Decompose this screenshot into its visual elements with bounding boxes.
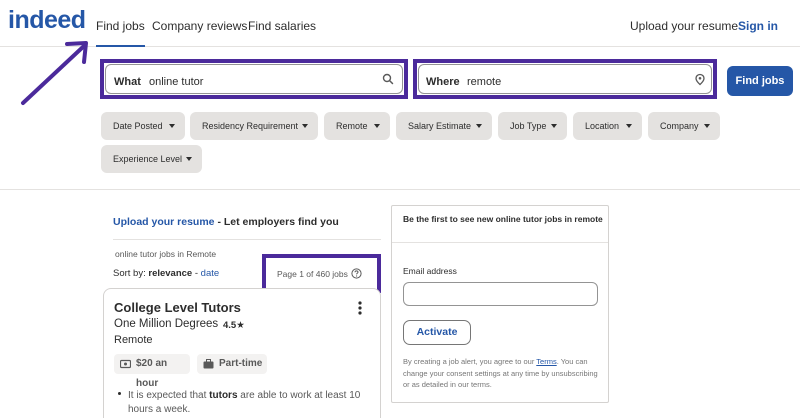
filter-remote[interactable]: Remote	[324, 112, 390, 140]
job-snippet: It is expected that tutors are able to w…	[128, 389, 378, 417]
caret-down-icon	[302, 124, 308, 128]
filter-label: Residency Requirement	[202, 121, 299, 131]
section-divider	[0, 189, 800, 190]
caret-down-icon	[374, 124, 380, 128]
snippet-bullet	[118, 392, 121, 395]
snippet-text-pre: It is expected that	[128, 390, 210, 401]
caret-down-icon	[169, 124, 175, 128]
search-icon	[382, 73, 394, 85]
upload-resume-banner-link[interactable]: Upload your resume	[113, 216, 215, 228]
nav-company-reviews[interactable]: Company reviews	[152, 19, 247, 33]
company-name[interactable]: One Million Degrees	[114, 318, 218, 330]
what-input-value[interactable]: online tutor	[149, 76, 203, 88]
filter-job-type[interactable]: Job Type	[498, 112, 567, 140]
sort-date-link[interactable]: date	[201, 268, 220, 279]
job-alert-heading: Be the first to see new online tutor job…	[392, 206, 608, 243]
terms-link[interactable]: Terms	[536, 357, 556, 366]
location-pin-icon	[695, 73, 705, 86]
upload-resume-banner: Upload your resume - Let employers find …	[113, 216, 339, 228]
sort-control: Sort by: relevance - date	[113, 268, 219, 279]
filter-label: Company	[660, 121, 699, 131]
filter-label: Salary Estimate	[408, 121, 472, 131]
filter-label: Job Type	[510, 121, 547, 131]
filter-company[interactable]: Company	[648, 112, 720, 140]
filter-label: Remote	[336, 121, 368, 131]
filter-label: Date Posted	[113, 121, 163, 131]
more-options-icon[interactable]	[358, 301, 362, 315]
where-search-field[interactable]: Where remote	[418, 64, 712, 94]
email-field[interactable]	[403, 282, 598, 306]
filter-label: Experience Level	[113, 154, 183, 164]
page-count-text: Page 1 of 460 jobs	[277, 269, 348, 279]
money-icon	[120, 359, 131, 369]
filter-experience-level[interactable]: Experience Level	[101, 145, 202, 173]
what-search-field[interactable]: What online tutor	[105, 64, 403, 94]
activate-button[interactable]: Activate	[403, 320, 471, 345]
sort-label: Sort by:	[113, 268, 149, 279]
job-location: Remote	[114, 334, 153, 346]
job-title[interactable]: College Level Tutors	[114, 300, 241, 315]
sort-separator: -	[192, 268, 201, 279]
job-card[interactable]: College Level Tutors One Million Degrees…	[103, 288, 381, 418]
search-context-text: online tutor jobs in Remote	[115, 249, 217, 259]
email-label: Email address	[403, 266, 457, 276]
upload-resume-banner-text: - Let employers find you	[214, 216, 339, 228]
consent-text-pre: By creating a job alert, you agree to ou…	[403, 357, 537, 366]
job-type-text: Part-time	[219, 358, 263, 369]
find-jobs-button[interactable]: Find jobs	[727, 66, 793, 96]
sort-relevance: relevance	[148, 268, 193, 279]
filter-salary-estimate[interactable]: Salary Estimate	[396, 112, 492, 140]
help-icon[interactable]	[351, 268, 362, 279]
job-type-chip: Part-time	[197, 354, 267, 374]
nav-find-salaries[interactable]: Find salaries	[248, 19, 316, 33]
filter-location[interactable]: Location	[573, 112, 642, 140]
filter-label: Location	[585, 121, 620, 131]
salary-text: $20 an hour	[136, 358, 168, 389]
where-input-value[interactable]: remote	[467, 76, 501, 88]
consent-text: By creating a job alert, you agree to ou…	[403, 356, 603, 391]
caret-down-icon	[551, 124, 557, 128]
filter-residency-requirement[interactable]: Residency Requirement	[190, 112, 318, 140]
caret-down-icon	[626, 124, 632, 128]
caret-down-icon	[186, 157, 192, 161]
caret-down-icon	[476, 124, 482, 128]
upload-resume-link[interactable]: Upload your resume	[630, 19, 738, 33]
results-separator	[113, 239, 381, 240]
caret-down-icon	[704, 124, 710, 128]
top-header: indeed Find jobs Company reviews Find sa…	[0, 0, 800, 47]
company-rating: 4.5★	[223, 320, 245, 331]
briefcase-icon	[203, 359, 214, 369]
annotation-arrow-icon	[21, 41, 88, 105]
where-label: Where	[426, 76, 460, 88]
sign-in-link[interactable]: Sign in	[738, 19, 778, 33]
filter-date-posted[interactable]: Date Posted	[101, 112, 185, 140]
job-alert-panel: Be the first to see new online tutor job…	[391, 205, 609, 403]
what-label: What	[114, 76, 141, 88]
snippet-keyword: tutors	[209, 390, 238, 401]
salary-chip: $20 an hour	[114, 354, 190, 389]
